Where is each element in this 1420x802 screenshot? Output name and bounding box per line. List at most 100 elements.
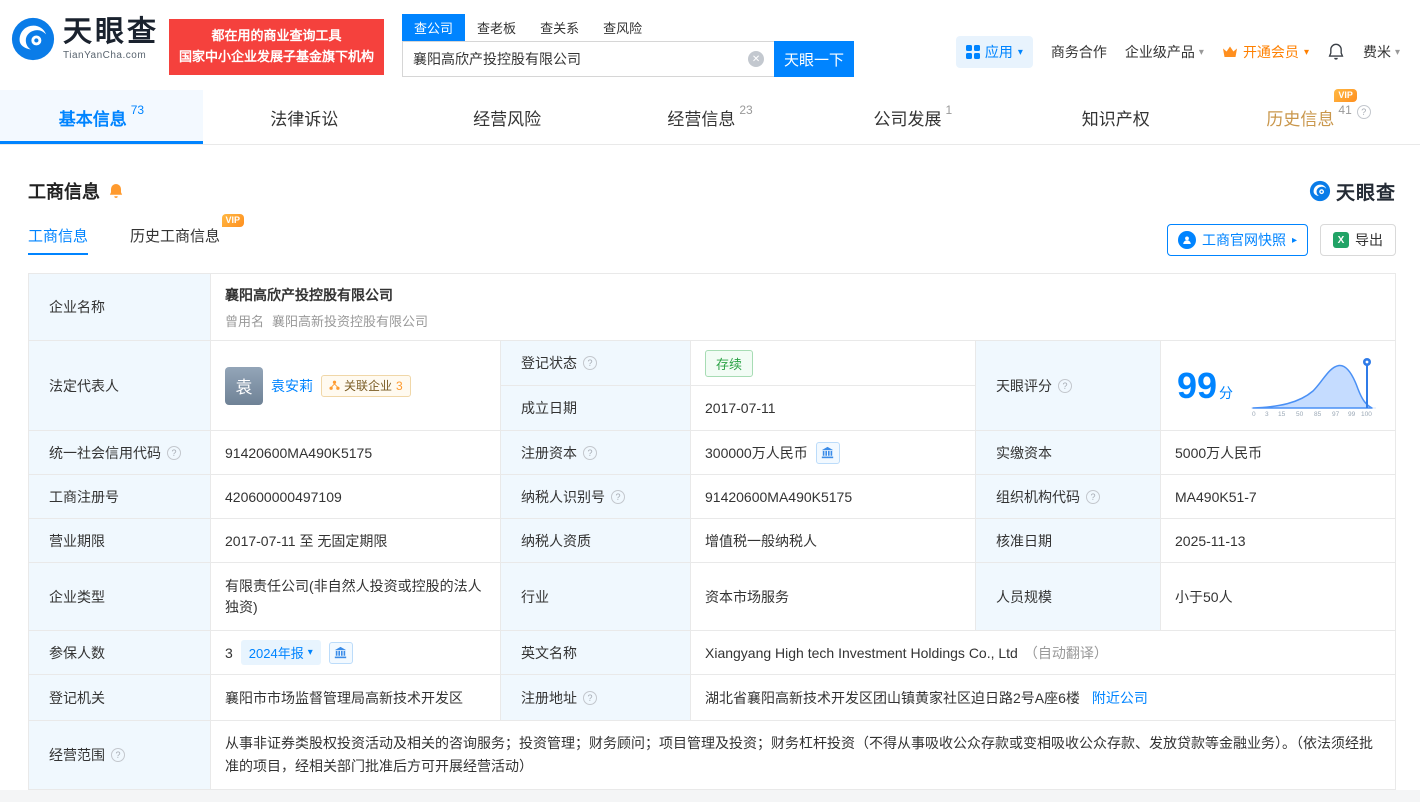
tab-label: 法律诉讼 bbox=[270, 109, 339, 129]
question-icon[interactable]: ? bbox=[583, 690, 597, 705]
search-button[interactable]: 天眼一下 bbox=[774, 41, 855, 77]
legal-rep-label: 法定代表人 bbox=[29, 341, 211, 431]
question-icon[interactable]: ? bbox=[611, 489, 625, 504]
question-icon[interactable]: ? bbox=[167, 445, 181, 460]
question-icon[interactable]: ? bbox=[1356, 105, 1371, 119]
nav-business-cooperation[interactable]: 商务合作 bbox=[1051, 42, 1107, 62]
staff-size-cell: 小于50人 bbox=[1161, 563, 1396, 631]
notification-bell-icon[interactable] bbox=[1327, 43, 1345, 61]
official-snapshot-button[interactable]: 工商官网快照 ▸ bbox=[1166, 224, 1308, 256]
legal-rep-name-link[interactable]: 袁安莉 bbox=[271, 376, 313, 396]
nav-open-vip[interactable]: 开通会员 ▾ bbox=[1222, 42, 1309, 62]
subtab-business-info[interactable]: 工商信息 bbox=[28, 225, 89, 255]
former-name-row: 曾用名 襄阳高新投资控股有限公司 bbox=[225, 311, 428, 330]
tab-legal-proceedings[interactable]: 法律诉讼 bbox=[203, 90, 406, 144]
tab-basic-info[interactable]: 基本信息 73 bbox=[0, 90, 203, 144]
tab-company-development[interactable]: 公司发展 1 bbox=[811, 90, 1014, 144]
tab-operation-risk[interactable]: 经营风险 bbox=[406, 90, 609, 144]
snapshot-label: 工商官网快照 bbox=[1201, 232, 1286, 248]
taxpayer-id-label: 纳税人识别号? bbox=[501, 475, 691, 519]
tab-count: VIP 41 bbox=[1334, 89, 1357, 117]
annual-report-bank-icon[interactable] bbox=[328, 641, 353, 664]
username-label: 费米 bbox=[1362, 44, 1391, 60]
search-tab-relation[interactable]: 查关系 bbox=[528, 14, 591, 41]
tab-label: 经营信息 bbox=[667, 109, 736, 129]
search-tab-company[interactable]: 查公司 bbox=[402, 14, 466, 41]
question-icon[interactable]: ? bbox=[583, 445, 597, 460]
legal-rep-avatar[interactable]: 袁 bbox=[225, 366, 263, 405]
english-name-label: 英文名称 bbox=[501, 631, 691, 675]
related-companies-icon bbox=[329, 380, 340, 390]
clear-icon[interactable]: ✕ bbox=[748, 51, 765, 67]
svg-text:50: 50 bbox=[1296, 411, 1304, 417]
insured-count-label: 参保人数 bbox=[29, 631, 211, 675]
related-companies-badge[interactable]: 关联企业 3 bbox=[321, 374, 411, 397]
caret-down-icon: ▾ bbox=[1198, 46, 1204, 58]
subtab-history-business-info[interactable]: 历史工商信息 VIP bbox=[130, 214, 245, 255]
related-companies-text: 关联企业 bbox=[344, 379, 393, 393]
question-icon[interactable]: ? bbox=[111, 748, 125, 762]
tianyancha-watermark: 天眼查 bbox=[1309, 178, 1396, 205]
business-term-label: 营业期限 bbox=[29, 519, 211, 563]
question-icon[interactable]: ? bbox=[1058, 378, 1072, 393]
svg-text:15: 15 bbox=[1278, 411, 1286, 417]
logo-title: 天眼查 bbox=[63, 16, 160, 49]
reg-status-label: 登记状态? bbox=[501, 341, 691, 386]
registered-capital-cell: 300000万人民币 bbox=[691, 431, 976, 475]
tab-count: 23 bbox=[739, 103, 753, 117]
subscribe-bell-icon[interactable] bbox=[108, 183, 124, 199]
search-box: ✕ bbox=[402, 41, 775, 77]
establish-date-cell: 2017-07-11 bbox=[691, 386, 976, 431]
svg-text:99: 99 bbox=[1348, 411, 1356, 417]
business-scope-label: 经营范围? bbox=[29, 721, 211, 790]
taxpayer-qualification-cell: 增值税一般纳税人 bbox=[691, 519, 976, 563]
question-icon[interactable]: ? bbox=[1086, 489, 1100, 504]
search-tabs: 查公司 查老板 查关系 查风险 bbox=[402, 14, 854, 41]
logo-domain: TianYanCha.com bbox=[63, 49, 147, 61]
tab-count: 1 bbox=[945, 103, 953, 117]
company-name[interactable]: 襄阳高欣产投控股有限公司 bbox=[225, 285, 393, 305]
tab-history-info[interactable]: 历史信息 VIP 41 ? bbox=[1217, 89, 1420, 144]
promo-line2: 国家中小企业发展子基金旗下机构 bbox=[179, 48, 375, 64]
apps-grid-icon bbox=[965, 45, 980, 59]
industry-cell: 资本市场服务 bbox=[691, 563, 976, 631]
capital-bank-icon[interactable] bbox=[815, 441, 840, 464]
registration-authority-cell: 襄阳市市场监督管理局高新技术开发区 bbox=[211, 675, 501, 721]
section-header: 工商信息 天眼查 bbox=[28, 177, 1396, 205]
nav-user-menu[interactable]: 费米 ▾ bbox=[1363, 42, 1400, 62]
search-input[interactable] bbox=[413, 51, 749, 67]
top-header: 天眼查 TianYanCha.com 都在用的商业查询工具 国家中小企业发展子基… bbox=[0, 0, 1420, 90]
svg-text:85: 85 bbox=[1314, 411, 1322, 417]
business-info-table: 企业名称 襄阳高欣产投控股有限公司 曾用名 襄阳高新投资控股有限公司 法定代表人… bbox=[28, 273, 1396, 790]
caret-down-icon: ▾ bbox=[1303, 46, 1309, 58]
related-companies-count: 3 bbox=[396, 378, 403, 393]
industry-label: 行业 bbox=[501, 563, 691, 631]
caret-down-icon: ▾ bbox=[307, 647, 313, 658]
taxpayer-qualification-label: 纳税人资质 bbox=[501, 519, 691, 563]
tab-label: 历史信息 bbox=[1266, 109, 1335, 129]
annual-report-badge[interactable]: 2024年报 ▾ bbox=[240, 640, 321, 665]
crown-icon bbox=[1222, 46, 1237, 57]
promo-banner: 都在用的商业查询工具 国家中小企业发展子基金旗下机构 bbox=[169, 19, 385, 75]
question-icon[interactable]: ? bbox=[583, 356, 597, 370]
reg-number-cell: 420600000497109 bbox=[211, 475, 501, 519]
tab-operation-info[interactable]: 经营信息 23 bbox=[609, 90, 812, 144]
open-vip-label: 开通会员 bbox=[1242, 44, 1299, 60]
search-tab-risk[interactable]: 查风险 bbox=[591, 14, 654, 41]
tianyancha-logo[interactable]: 天眼查 TianYanCha.com bbox=[10, 16, 159, 62]
registered-address: 湖北省襄阳高新技术开发区团山镇黄家社区迫日路2号A座6楼 bbox=[705, 689, 1080, 706]
apps-menu-button[interactable]: 应用 ▾ bbox=[955, 36, 1033, 68]
export-button[interactable]: X 导出 bbox=[1320, 224, 1396, 256]
taxpayer-id-cell: 91420600MA490K5175 bbox=[691, 475, 976, 519]
approval-date-cell: 2025-11-13 bbox=[1161, 519, 1396, 563]
credit-code-cell: 91420600MA490K5175 bbox=[211, 431, 501, 475]
score-label: 天眼评分? bbox=[976, 341, 1161, 431]
tab-label: 知识产权 bbox=[1081, 109, 1150, 129]
vip-badge: VIP bbox=[221, 214, 245, 227]
tab-intellectual-property[interactable]: 知识产权 bbox=[1014, 90, 1217, 144]
search-tab-boss[interactable]: 查老板 bbox=[465, 14, 528, 41]
nearby-companies-link[interactable]: 附近公司 bbox=[1092, 688, 1148, 708]
nav-enterprise-products[interactable]: 企业级产品 ▾ bbox=[1125, 42, 1204, 62]
company-name-label: 企业名称 bbox=[29, 274, 211, 341]
business-scope-cell: 从事非证券类股权投资活动及相关的咨询服务；投资管理；财务顾问；项目管理及投资；财… bbox=[211, 721, 1396, 790]
